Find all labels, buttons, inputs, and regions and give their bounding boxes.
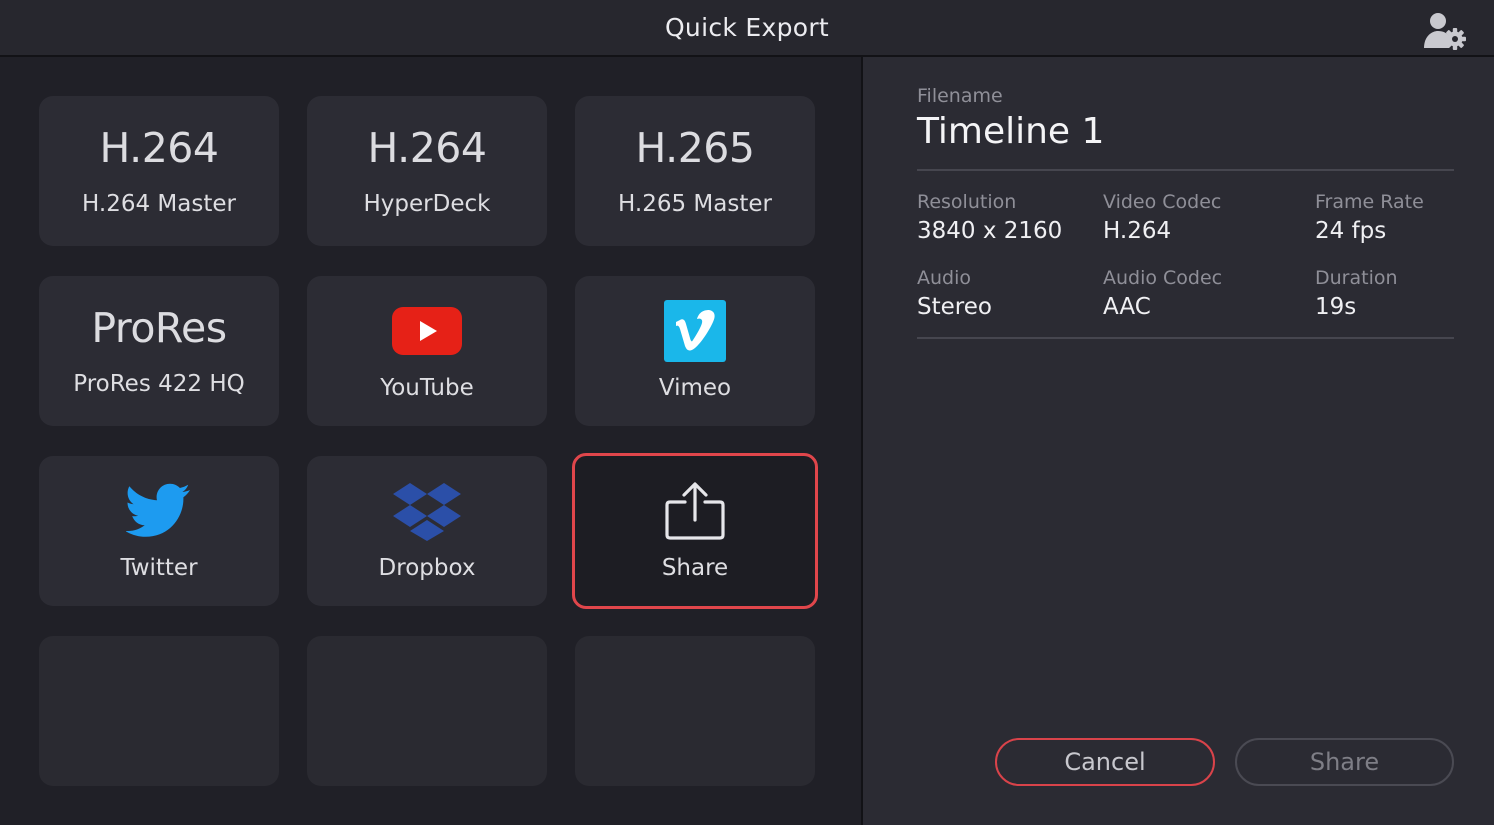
resolution-label: Resolution bbox=[917, 191, 1017, 213]
share-icon bbox=[665, 482, 725, 540]
youtube-icon bbox=[392, 307, 462, 355]
preset-dropbox[interactable]: Dropbox bbox=[307, 456, 547, 606]
audio-value: Stereo bbox=[917, 294, 992, 320]
preset-share[interactable]: Share bbox=[572, 453, 818, 609]
preset-format: ProRes bbox=[91, 303, 227, 352]
preset-label: YouTube bbox=[380, 375, 474, 401]
frame-rate-value: 24 fps bbox=[1315, 218, 1387, 244]
presets-panel: H.264 H.264 Master H.264 HyperDeck H.265… bbox=[0, 57, 861, 825]
preset-label: H.264 Master bbox=[82, 190, 236, 217]
preset-prores[interactable]: ProRes ProRes 422 HQ bbox=[39, 276, 279, 426]
preset-label: Dropbox bbox=[378, 555, 476, 581]
twitter-icon bbox=[126, 483, 190, 537]
preset-format: H.264 bbox=[367, 123, 487, 172]
preset-label: ProRes 422 HQ bbox=[73, 370, 245, 397]
preset-empty-slot bbox=[307, 636, 547, 786]
preset-label: H.265 Master bbox=[618, 190, 772, 217]
preset-label: HyperDeck bbox=[363, 190, 491, 217]
preset-vimeo[interactable]: Vimeo bbox=[575, 276, 815, 426]
preset-twitter[interactable]: Twitter bbox=[39, 456, 279, 606]
preset-label: Vimeo bbox=[658, 375, 732, 401]
duration-label: Duration bbox=[1315, 267, 1398, 289]
video-codec-value: H.264 bbox=[1103, 218, 1172, 244]
share-button[interactable]: Share bbox=[1235, 738, 1454, 786]
video-codec-label: Video Codec bbox=[1103, 191, 1222, 213]
window-title: Quick Export bbox=[664, 13, 830, 42]
preset-hyperdeck[interactable]: H.264 HyperDeck bbox=[307, 96, 547, 246]
details-panel: Filename Timeline 1 Resolution 3840 x 21… bbox=[863, 57, 1494, 825]
filename-divider bbox=[917, 169, 1454, 171]
resolution-value: 3840 x 2160 bbox=[917, 218, 1063, 244]
preset-format: H.264 bbox=[99, 123, 219, 172]
user-settings-icon[interactable] bbox=[1422, 10, 1468, 52]
filename-value[interactable]: Timeline 1 bbox=[917, 111, 1104, 152]
preset-label: Twitter bbox=[120, 555, 198, 581]
details-divider bbox=[917, 337, 1454, 339]
frame-rate-label: Frame Rate bbox=[1315, 191, 1424, 213]
dropbox-icon bbox=[393, 483, 461, 541]
duration-value: 19s bbox=[1315, 294, 1357, 320]
preset-youtube[interactable]: YouTube bbox=[307, 276, 547, 426]
audio-codec-value: AAC bbox=[1103, 294, 1151, 320]
preset-empty-slot bbox=[39, 636, 279, 786]
filename-label: Filename bbox=[917, 85, 1003, 107]
preset-h264-master[interactable]: H.264 H.264 Master bbox=[39, 96, 279, 246]
preset-label: Share bbox=[661, 555, 729, 581]
audio-codec-label: Audio Codec bbox=[1103, 267, 1223, 289]
audio-label: Audio bbox=[917, 267, 972, 289]
vimeo-icon bbox=[664, 300, 726, 362]
preset-empty-slot bbox=[575, 636, 815, 786]
preset-format: H.265 bbox=[635, 123, 755, 172]
title-bar: Quick Export bbox=[0, 0, 1494, 57]
cancel-button[interactable]: Cancel bbox=[995, 738, 1215, 786]
preset-h265-master[interactable]: H.265 H.265 Master bbox=[575, 96, 815, 246]
